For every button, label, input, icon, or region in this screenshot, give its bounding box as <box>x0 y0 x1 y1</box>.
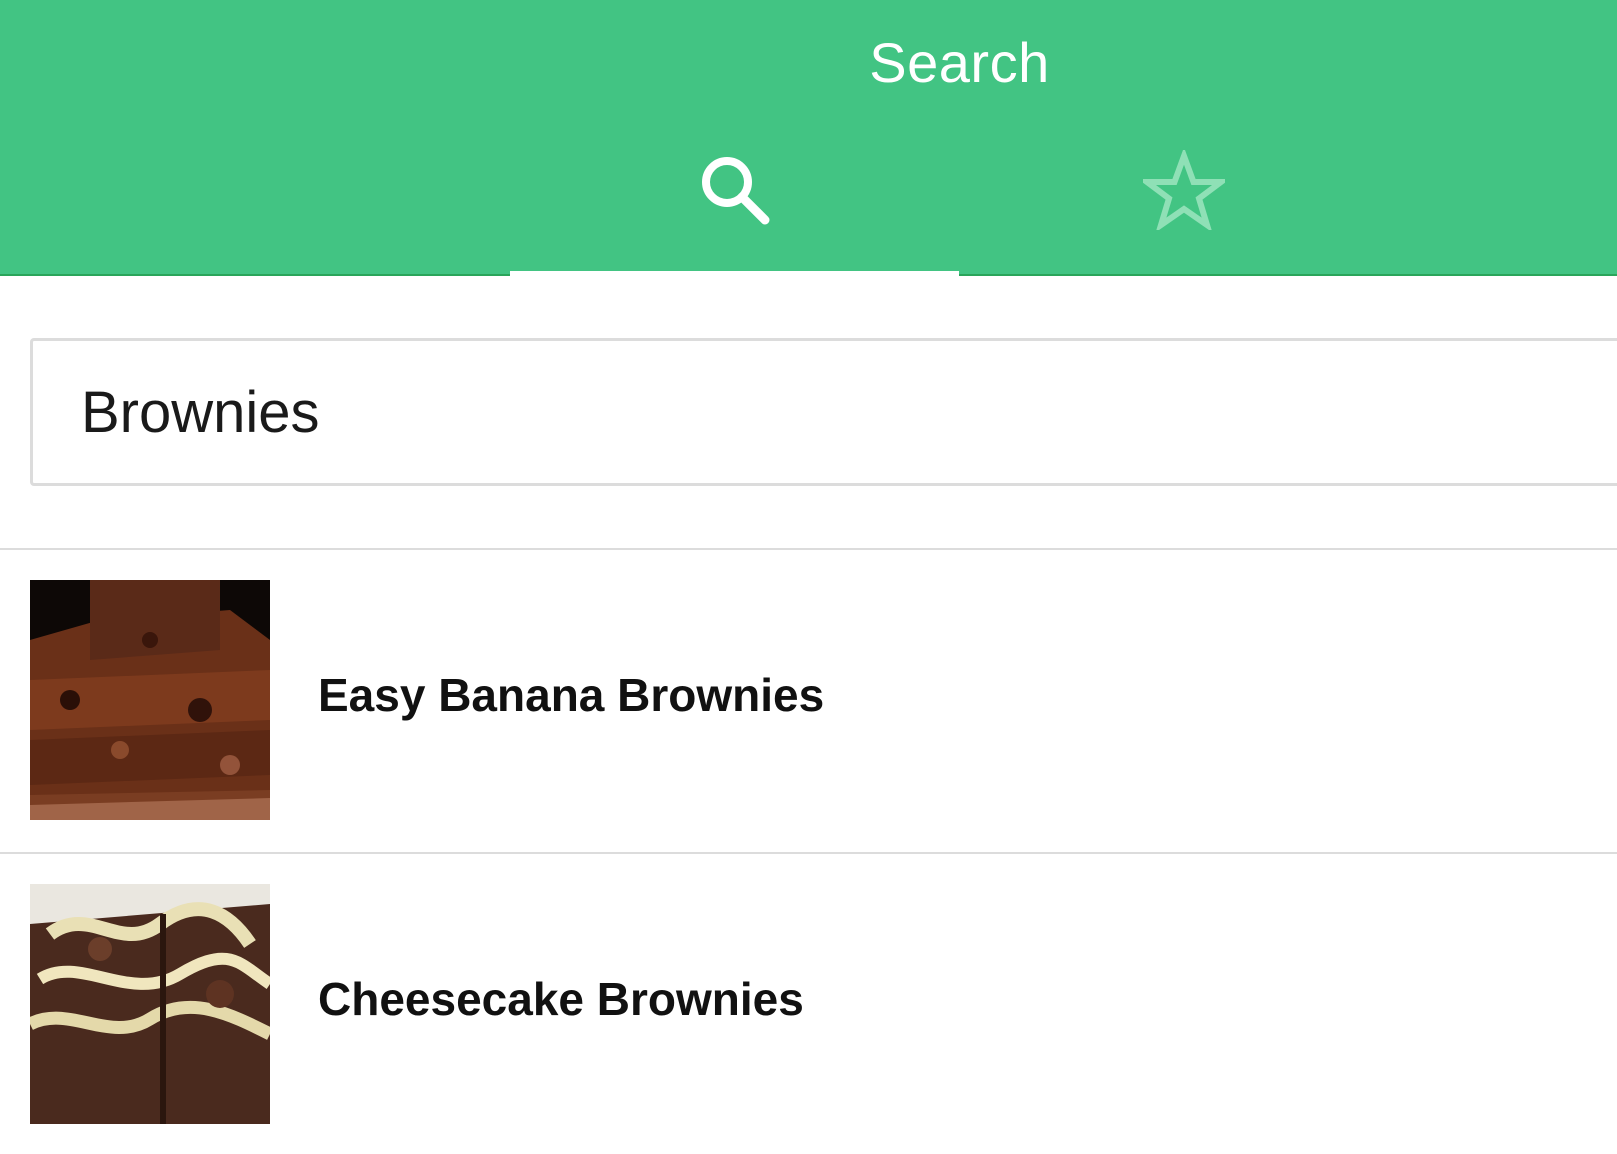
app-header: Search <box>0 0 1617 277</box>
page-title: Search <box>869 31 1050 94</box>
list-item[interactable]: Easy Banana Brownies <box>0 550 1617 850</box>
search-box[interactable] <box>30 338 1617 486</box>
recipe-title: Easy Banana Brownies <box>318 669 825 721</box>
tab-search[interactable] <box>510 150 959 274</box>
recipe-thumbnail <box>30 884 270 1124</box>
recipe-thumbnail <box>30 580 270 820</box>
recipe-title: Cheesecake Brownies <box>318 973 804 1025</box>
list-item[interactable]: Cheesecake Brownies <box>0 854 1617 1154</box>
search-input[interactable] <box>81 341 1581 483</box>
selected-tab-indicator <box>510 271 959 277</box>
search-icon <box>695 150 775 230</box>
tab-favorites[interactable] <box>959 150 1408 274</box>
star-outline-icon <box>1142 150 1225 230</box>
